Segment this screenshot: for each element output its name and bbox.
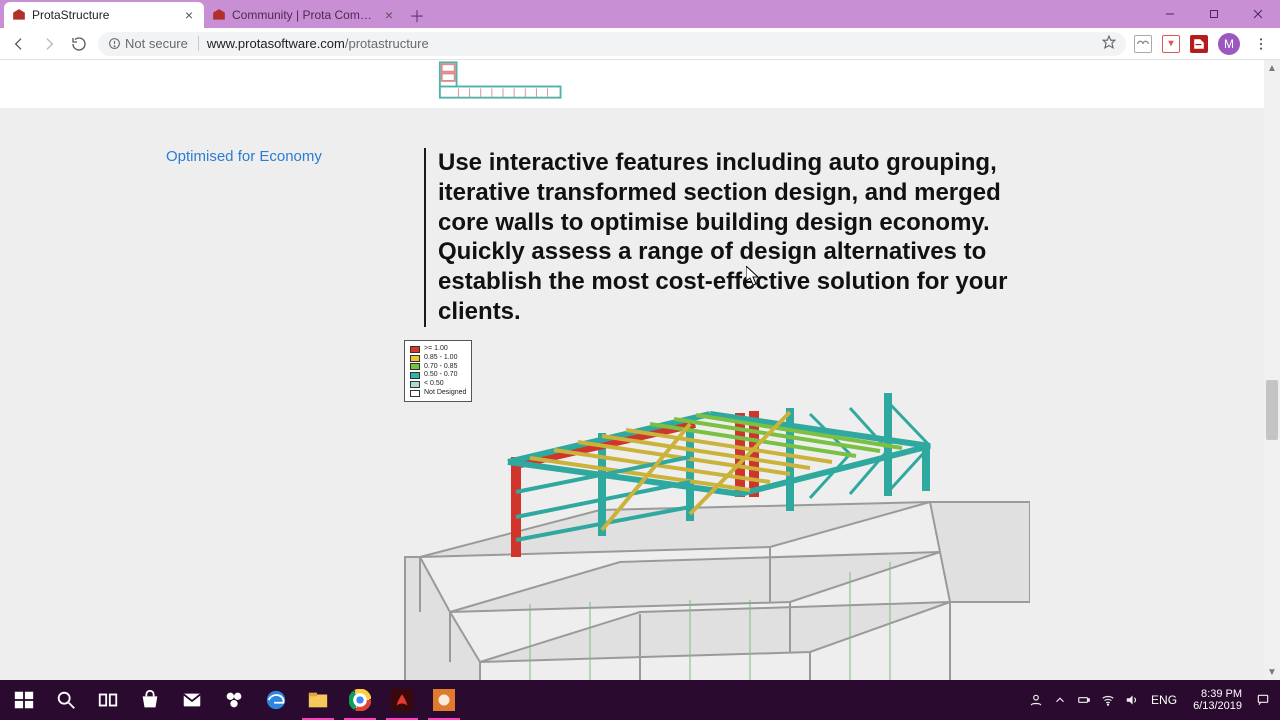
window-controls bbox=[1148, 0, 1280, 28]
clock-date: 6/13/2019 bbox=[1193, 700, 1242, 712]
reload-button[interactable] bbox=[68, 33, 90, 55]
scrollbar-thumb[interactable] bbox=[1266, 380, 1278, 440]
minimize-button[interactable] bbox=[1148, 0, 1192, 28]
taskbar-clock[interactable]: 8:39 PM 6/13/2019 bbox=[1187, 688, 1248, 712]
previous-section-fragment bbox=[0, 60, 1264, 108]
chrome-menu-button[interactable] bbox=[1250, 33, 1272, 55]
taskbar-app-store[interactable] bbox=[130, 680, 170, 720]
people-icon[interactable] bbox=[1027, 691, 1045, 709]
close-icon[interactable]: × bbox=[182, 8, 196, 22]
extension-icons: ▾ M bbox=[1134, 33, 1272, 55]
legend-swatch bbox=[410, 346, 420, 353]
taskbar-app-mail[interactable] bbox=[172, 680, 212, 720]
section-body-text: Use interactive features including auto … bbox=[424, 148, 1024, 327]
chrome-tab-strip: ProtaStructure × Community | Prota Commu… bbox=[0, 0, 1280, 28]
legend-row: 0.70 - 0.85 bbox=[410, 363, 466, 372]
page-viewport: Optimised for Economy Use interactive fe… bbox=[0, 60, 1280, 680]
taskbar-app-edge[interactable] bbox=[256, 680, 296, 720]
tab-favicon bbox=[12, 8, 26, 22]
taskbar-app-generic[interactable] bbox=[214, 680, 254, 720]
legend-swatch bbox=[410, 363, 420, 370]
profile-avatar[interactable]: M bbox=[1218, 33, 1240, 55]
taskbar-app-explorer[interactable] bbox=[298, 680, 338, 720]
legend-row: 0.50 - 0.70 bbox=[410, 371, 466, 380]
battery-icon[interactable] bbox=[1075, 691, 1093, 709]
taskbar-app-acrobat[interactable] bbox=[382, 680, 422, 720]
security-label: Not secure bbox=[125, 36, 188, 51]
search-button[interactable] bbox=[46, 680, 86, 720]
chrome-toolbar: Not secure www.protasoftware.com/protast… bbox=[0, 28, 1280, 60]
3d-structure-illustration bbox=[390, 342, 1030, 680]
bookmark-star-icon[interactable] bbox=[1102, 35, 1116, 52]
extension-icon[interactable] bbox=[1134, 35, 1152, 53]
wifi-icon[interactable] bbox=[1099, 691, 1117, 709]
security-status[interactable]: Not secure bbox=[108, 36, 199, 51]
taskbar-app-chrome[interactable] bbox=[340, 680, 380, 720]
maximize-button[interactable] bbox=[1192, 0, 1236, 28]
legend-label: Not Designed bbox=[424, 389, 466, 398]
legend-row: Not Designed bbox=[410, 389, 466, 398]
volume-icon[interactable] bbox=[1123, 691, 1141, 709]
pocket-extension-icon[interactable]: ▾ bbox=[1162, 35, 1180, 53]
legend-label: 0.70 - 0.85 bbox=[424, 363, 457, 372]
pdf-extension-icon[interactable] bbox=[1190, 35, 1208, 53]
legend-label: 0.50 - 0.70 bbox=[424, 371, 457, 380]
legend-swatch bbox=[410, 372, 420, 379]
legend-row: 0.85 - 1.00 bbox=[410, 354, 466, 363]
new-tab-button[interactable]: ＋ bbox=[404, 2, 430, 28]
legend-swatch bbox=[410, 390, 420, 397]
feature-section: Optimised for Economy Use interactive fe… bbox=[0, 148, 1264, 327]
utilisation-legend: >= 1.000.85 - 1.000.70 - 0.850.50 - 0.70… bbox=[404, 340, 472, 402]
close-window-button[interactable] bbox=[1236, 0, 1280, 28]
tab-title: ProtaStructure bbox=[32, 8, 176, 22]
close-icon[interactable]: × bbox=[382, 8, 396, 22]
legend-label: < 0.50 bbox=[424, 380, 444, 389]
address-bar[interactable]: Not secure www.protasoftware.com/protast… bbox=[98, 32, 1126, 56]
url-text: www.protasoftware.com/protastructure bbox=[207, 36, 429, 51]
forward-button[interactable] bbox=[38, 33, 60, 55]
scroll-down-icon[interactable]: ▼ bbox=[1264, 664, 1280, 680]
taskbar-app-generic-orange[interactable] bbox=[424, 680, 464, 720]
browser-tab-active[interactable]: ProtaStructure × bbox=[4, 2, 204, 28]
section-side-heading: Optimised for Economy bbox=[166, 148, 346, 167]
windows-taskbar: ENG 8:39 PM 6/13/2019 bbox=[0, 680, 1280, 720]
floorplan-diagram bbox=[438, 60, 568, 100]
language-indicator[interactable]: ENG bbox=[1147, 693, 1181, 707]
legend-row: < 0.50 bbox=[410, 380, 466, 389]
legend-label: 0.85 - 1.00 bbox=[424, 354, 457, 363]
tab-title: Community | Prota Community bbox=[232, 8, 376, 22]
legend-swatch bbox=[410, 355, 420, 362]
legend-label: >= 1.00 bbox=[424, 345, 448, 354]
action-center-icon[interactable] bbox=[1254, 691, 1272, 709]
back-button[interactable] bbox=[8, 33, 30, 55]
vertical-scrollbar[interactable]: ▲ ▼ bbox=[1264, 60, 1280, 680]
tray-chevron-up-icon[interactable] bbox=[1051, 691, 1069, 709]
start-button[interactable] bbox=[4, 680, 44, 720]
legend-row: >= 1.00 bbox=[410, 345, 466, 354]
scroll-up-icon[interactable]: ▲ bbox=[1264, 60, 1280, 76]
task-view-button[interactable] bbox=[88, 680, 128, 720]
system-tray: ENG 8:39 PM 6/13/2019 bbox=[1027, 688, 1276, 712]
clock-time: 8:39 PM bbox=[1193, 688, 1242, 700]
legend-swatch bbox=[410, 381, 420, 388]
tab-favicon bbox=[212, 8, 226, 22]
browser-tab-inactive[interactable]: Community | Prota Community × bbox=[204, 2, 404, 28]
